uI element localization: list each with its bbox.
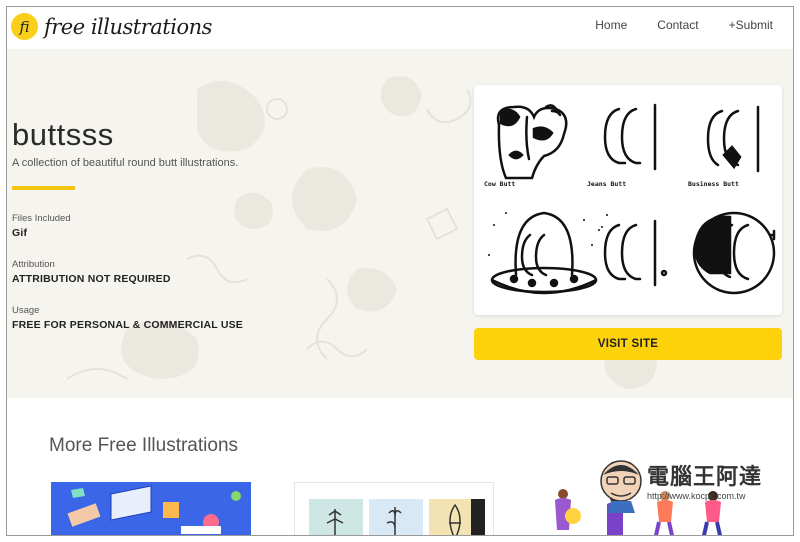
watermark-name: 電腦王阿達: [647, 465, 763, 490]
attribution-label: Attribution: [12, 259, 55, 270]
more-illustrations-heading: More Free Illustrations: [49, 435, 239, 456]
files-value: Gif: [12, 227, 28, 239]
ufo-butt-illustration: [490, 211, 598, 295]
plant-posters-thumbnail: [309, 499, 485, 535]
caption-business-butt: Business Butt: [688, 180, 739, 188]
files-label: Files Included: [12, 213, 71, 224]
jeans-butt-illustration: [603, 103, 657, 171]
illustration-card-2[interactable]: [294, 482, 494, 535]
caption-jeans-butt: Jeans Butt: [587, 180, 626, 188]
usage-value: FREE FOR PERSONAL & COMMERCIAL USE: [12, 319, 244, 331]
hero-section: buttsss A collection of beautiful round …: [7, 49, 793, 398]
watermark-url: http://www.kocpc.com.tw: [647, 491, 746, 501]
isometric-office-thumbnail: [51, 482, 251, 535]
plain-butt-illustration: [603, 219, 668, 287]
usage-label: Usage: [12, 305, 40, 316]
caption-cow-butt: Cow Butt: [484, 180, 515, 188]
visit-site-button[interactable]: VISIT SITE: [474, 328, 782, 360]
nav-home-link[interactable]: Home: [595, 18, 627, 32]
attribution-value: ATTRIBUTION NOT REQUIRED: [12, 273, 171, 285]
site-header: fi free illustrations Home Contact +Subm…: [7, 7, 793, 49]
page-title: buttsss: [12, 117, 114, 152]
astronaut-butt-illustration: [692, 211, 776, 295]
page-subtitle: A collection of beautiful round butt ill…: [12, 157, 239, 169]
nav-submit-link[interactable]: +Submit: [729, 18, 773, 32]
watermark: 電腦王阿達 http://www.kocpc.com.tw: [597, 453, 793, 515]
main-nav: Home Contact +Submit: [595, 18, 773, 32]
browser-viewport: fi free illustrations Home Contact +Subm…: [6, 6, 794, 536]
nav-contact-link[interactable]: Contact: [657, 18, 698, 32]
butt-illustrations-grid: Cow Butt Jeans Butt Business Butt: [484, 103, 776, 295]
cow-butt-illustration: [496, 104, 568, 180]
title-accent-line: [12, 186, 75, 190]
business-butt-illustration: [706, 105, 760, 173]
logo-text: free illustrations: [44, 14, 212, 39]
mascot-icon: [600, 460, 642, 513]
illustration-card-1[interactable]: [51, 482, 251, 535]
site-logo[interactable]: fi free illustrations: [11, 13, 212, 40]
logo-mark-icon: fi: [11, 13, 38, 40]
preview-image[interactable]: Cow Butt Jeans Butt Business Butt: [474, 85, 782, 315]
